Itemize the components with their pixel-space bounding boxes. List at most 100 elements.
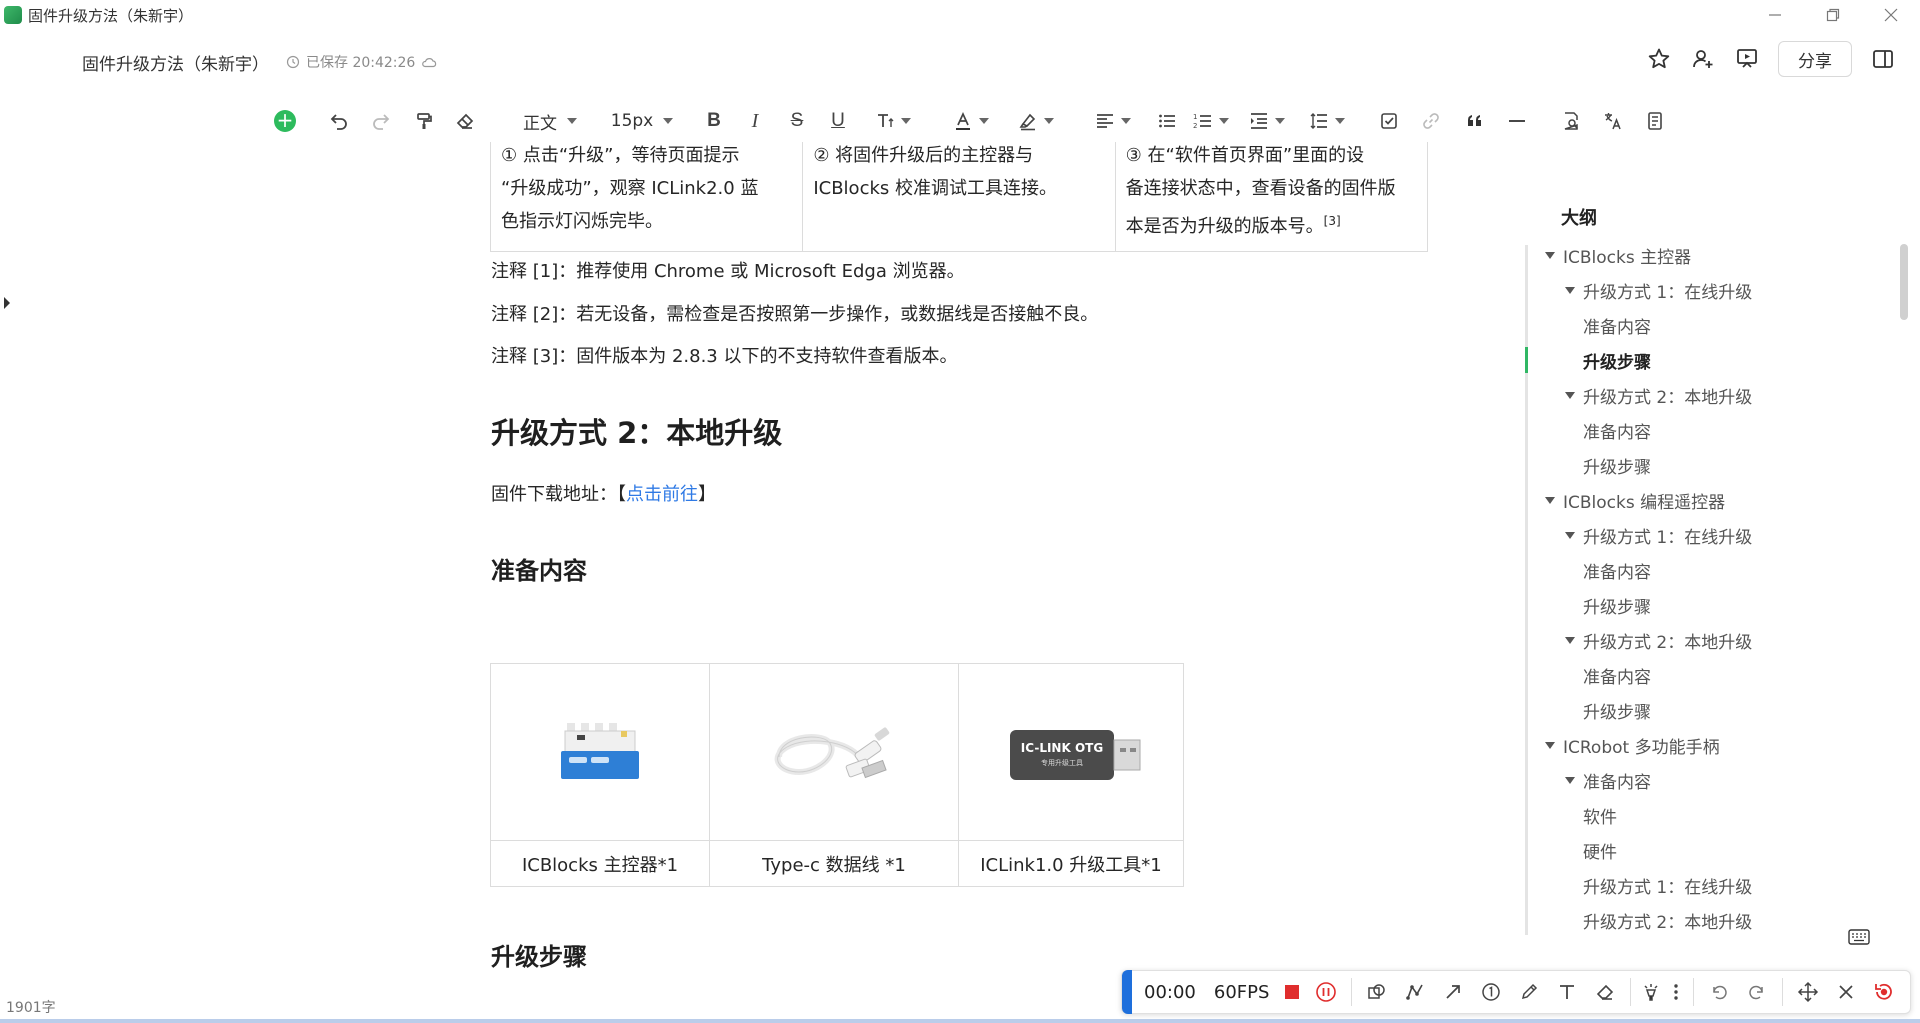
outline-item[interactable]: 升级步骤 — [1583, 698, 1651, 723]
translate-icon[interactable] — [1598, 106, 1628, 136]
restore-button[interactable] — [1804, 0, 1862, 30]
outline-item[interactable]: 升级步骤 — [1583, 348, 1651, 373]
outline-item[interactable]: 软件 — [1583, 803, 1617, 828]
shape-tool-icon[interactable] — [1358, 972, 1396, 1012]
outline-item[interactable]: ICBlocks 编程遥控器 — [1545, 488, 1725, 513]
outline-item[interactable]: 准备内容 — [1583, 418, 1651, 443]
minimize-button[interactable] — [1746, 0, 1804, 30]
align-button[interactable] — [1090, 106, 1136, 136]
undo-icon[interactable] — [324, 106, 354, 136]
find-replace-icon[interactable] — [1556, 106, 1586, 136]
expand-triangle-icon[interactable] — [1565, 392, 1575, 399]
highlight-color-button[interactable] — [1013, 106, 1059, 136]
recorder-drag-handle[interactable] — [1122, 970, 1132, 1014]
more-options-icon[interactable] — [1665, 972, 1687, 1012]
arrow-tool-icon[interactable] — [1434, 972, 1472, 1012]
paragraph-style-dropdown[interactable]: 正文 — [514, 106, 586, 136]
italic-icon[interactable]: I — [740, 106, 770, 136]
undo-icon[interactable] — [1700, 972, 1738, 1012]
toolbar-separator — [1630, 978, 1632, 1006]
cell-line: 色指示灯闪烁完毕。 — [501, 211, 663, 232]
link-icon[interactable] — [1416, 106, 1446, 136]
item-caption[interactable]: ICLink1.0 升级工具*1 — [958, 840, 1184, 887]
pen-tool-icon[interactable] — [1510, 972, 1548, 1012]
table-cell[interactable]: IC-LINK OTG 专用升级工具 — [958, 663, 1184, 841]
outline-item[interactable]: 准备内容 — [1565, 768, 1651, 793]
spotlight-icon[interactable] — [1637, 972, 1665, 1012]
outline-item[interactable]: 升级方式 2：本地升级 — [1583, 908, 1752, 933]
expand-triangle-icon[interactable] — [1545, 742, 1555, 749]
outline-item[interactable]: 升级方式 2：本地升级 — [1565, 383, 1752, 408]
table-cell[interactable]: ① 点击“升级”，等待页面提示 “升级成功”，观察 ICLink2.0 蓝 色指… — [489, 142, 804, 252]
polyline-tool-icon[interactable] — [1396, 972, 1434, 1012]
eraser-tool-icon[interactable] — [1586, 972, 1624, 1012]
document-body[interactable]: ① 点击“升级”，等待页面提示 “升级成功”，观察 ICLink2.0 蓝 色指… — [0, 142, 1525, 990]
scrollbar-thumb[interactable] — [1900, 244, 1908, 320]
redo-icon[interactable] — [366, 106, 396, 136]
expand-triangle-icon[interactable] — [1565, 777, 1575, 784]
footnote-ref[interactable]: [3] — [1324, 214, 1341, 228]
clear-format-icon[interactable] — [450, 106, 480, 136]
close-window-button[interactable] — [1862, 0, 1920, 30]
numbered-list-button[interactable]: 12 — [1188, 106, 1234, 136]
font-size-dropdown[interactable]: 15px — [606, 106, 678, 136]
table-cell[interactable] — [490, 663, 710, 841]
table-cell[interactable] — [709, 663, 959, 841]
outline-item[interactable]: 准备内容 — [1583, 663, 1651, 688]
star-icon[interactable] — [1642, 42, 1676, 76]
image-label: IC-LINK OTG — [1021, 741, 1103, 755]
redo-icon[interactable] — [1738, 972, 1776, 1012]
outline-item[interactable]: 升级方式 1：在线升级 — [1565, 523, 1752, 548]
number-marker-icon[interactable] — [1472, 972, 1510, 1012]
text-size-options[interactable] — [870, 106, 916, 136]
close-recorder-icon[interactable] — [1827, 972, 1865, 1012]
insert-button[interactable]: + — [272, 106, 298, 136]
expand-triangle-icon[interactable] — [1545, 497, 1555, 504]
outline-item[interactable]: 硬件 — [1583, 838, 1617, 863]
outline-item[interactable]: ICBlocks 主控器 — [1545, 243, 1691, 268]
svg-text:2: 2 — [1193, 122, 1197, 130]
item-caption[interactable]: Type-c 数据线 *1 — [709, 840, 959, 887]
document-title[interactable]: 固件升级方法（朱新宇） — [82, 50, 269, 75]
outline-item[interactable]: 准备内容 — [1583, 558, 1651, 583]
keyboard-shortcuts-icon[interactable] — [1842, 920, 1876, 954]
stop-recording-icon[interactable] — [1285, 985, 1300, 999]
download-link[interactable]: 点击前往 — [626, 484, 698, 505]
font-color-button[interactable] — [948, 106, 994, 136]
outline-item[interactable]: 准备内容 — [1583, 313, 1651, 338]
format-painter-icon[interactable] — [409, 106, 439, 136]
bullet-list-icon[interactable] — [1152, 106, 1182, 136]
strikethrough-icon[interactable]: S — [782, 106, 812, 136]
outline-item-label: 准备内容 — [1583, 668, 1651, 688]
indent-button[interactable] — [1244, 106, 1290, 136]
outline-item[interactable]: 升级方式 1：在线升级 — [1565, 278, 1752, 303]
bold-icon[interactable]: B — [699, 106, 729, 136]
text-tool-icon[interactable] — [1548, 972, 1586, 1012]
outline-item[interactable]: 升级步骤 — [1583, 453, 1651, 478]
outline-item[interactable]: 升级方式 1：在线升级 — [1583, 873, 1752, 898]
sidebar-panel-icon[interactable] — [1866, 42, 1900, 76]
quote-icon[interactable] — [1460, 106, 1490, 136]
table-cell[interactable]: ② 将固件升级后的主控器与 ICBlocks 校准调试工具连接。 — [802, 142, 1116, 252]
add-collaborator-icon[interactable] — [1686, 42, 1720, 76]
expand-sidebar-icon[interactable] — [0, 288, 14, 318]
pause-recording-icon[interactable] — [1307, 972, 1345, 1012]
divider-icon[interactable] — [1502, 106, 1532, 136]
table-cell[interactable]: ③ 在“软件首页界面”里面的设 备连接状态中，查看设备的固件版 本是否为升级的版… — [1114, 142, 1429, 252]
underline-icon[interactable]: U — [823, 106, 853, 136]
expand-triangle-icon[interactable] — [1565, 532, 1575, 539]
document-stats-icon[interactable] — [1640, 106, 1670, 136]
line-spacing-button[interactable] — [1304, 106, 1350, 136]
outline-item[interactable]: 升级方式 2：本地升级 — [1565, 628, 1752, 653]
expand-triangle-icon[interactable] — [1545, 252, 1555, 259]
presentation-icon[interactable] — [1730, 42, 1764, 76]
checkbox-icon[interactable] — [1374, 106, 1404, 136]
expand-triangle-icon[interactable] — [1565, 637, 1575, 644]
restart-recording-icon[interactable] — [1865, 972, 1903, 1012]
item-caption[interactable]: ICBlocks 主控器*1 — [490, 840, 710, 887]
share-button[interactable]: 分享 — [1778, 41, 1852, 77]
expand-triangle-icon[interactable] — [1565, 287, 1575, 294]
outline-item[interactable]: 升级步骤 — [1583, 593, 1651, 618]
move-icon[interactable] — [1789, 972, 1827, 1012]
outline-item[interactable]: ICRobot 多功能手柄 — [1545, 733, 1720, 758]
